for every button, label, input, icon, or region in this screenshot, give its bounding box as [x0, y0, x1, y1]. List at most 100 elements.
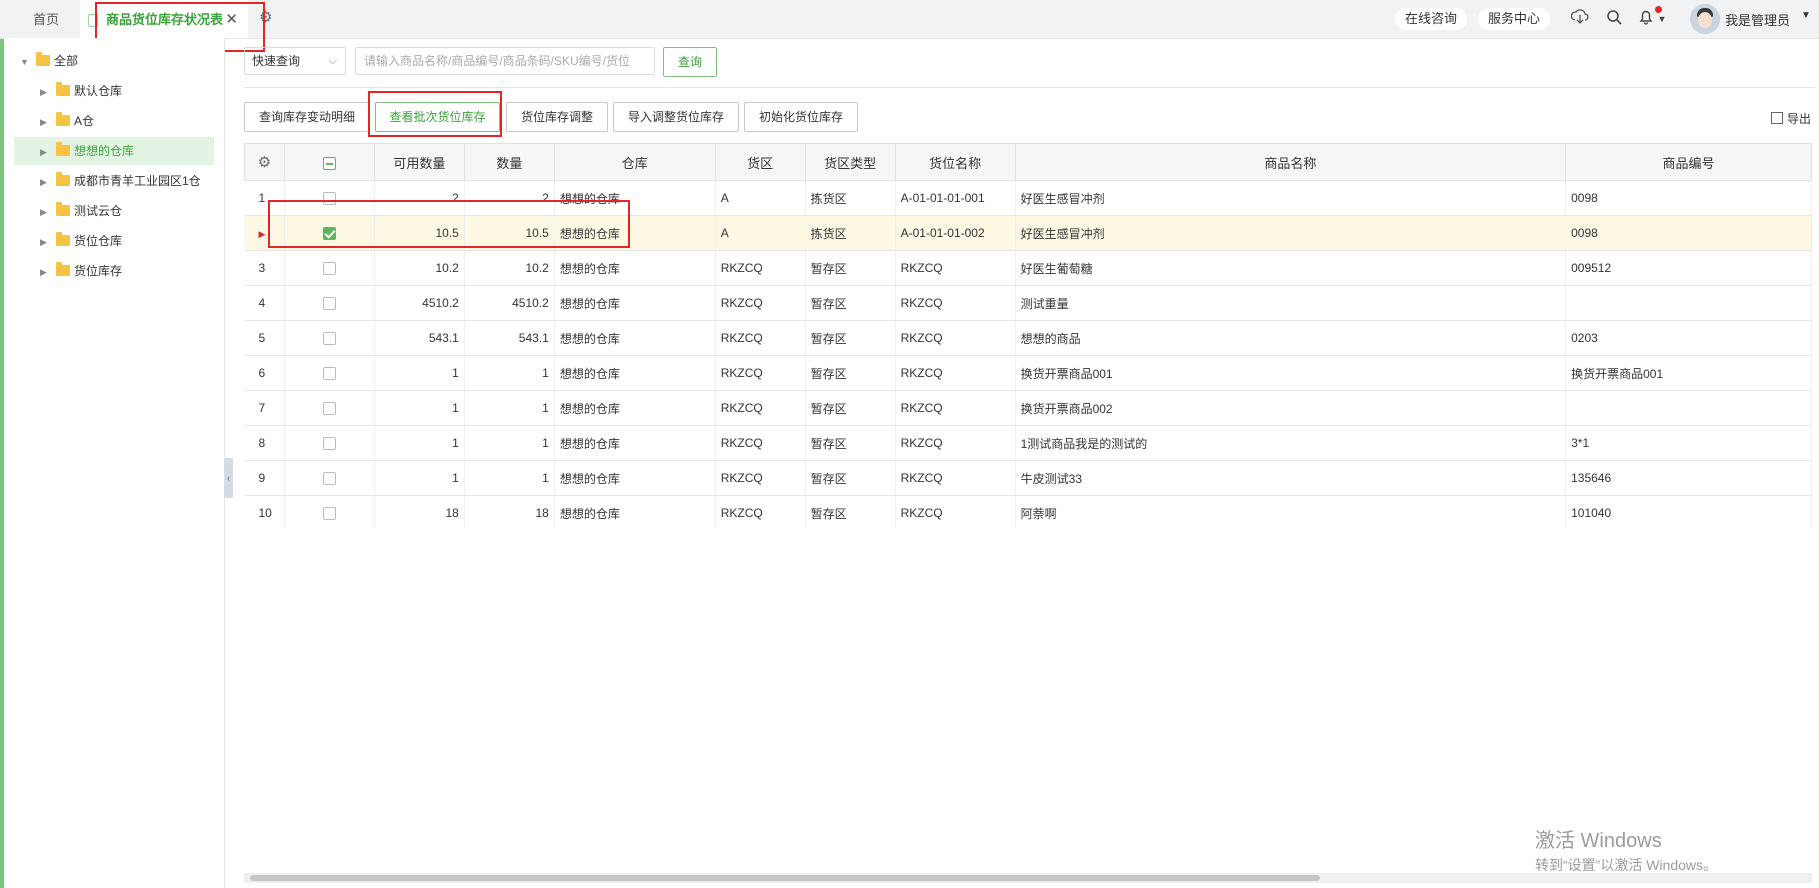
- online-consult-button[interactable]: 在线咨询: [1395, 8, 1468, 30]
- cell-zone-type: 暂存区: [805, 390, 896, 426]
- close-icon[interactable]: ✕: [225, 0, 238, 40]
- gear-icon[interactable]: ⚙: [259, 10, 275, 26]
- caret-right-icon[interactable]: ▶: [40, 229, 50, 255]
- caret-right-icon[interactable]: ▶: [40, 109, 50, 135]
- col-zone-type[interactable]: 货区类型: [804, 143, 896, 181]
- cell-zone: RKZCQ: [715, 495, 806, 528]
- tree-item-default-warehouse[interactable]: ▶ 默认仓库: [40, 78, 122, 104]
- tab-label: 商品货位库存状况表: [106, 12, 224, 27]
- cell-zone: RKZCQ: [715, 250, 806, 286]
- batch-location-stock-button[interactable]: 查看批次货位库存: [375, 102, 500, 132]
- cell-qty: 1: [464, 390, 555, 426]
- row-checkbox[interactable]: [284, 285, 375, 321]
- sidebar-collapse-handle[interactable]: ‹: [224, 458, 233, 498]
- row-index: 1: [244, 180, 285, 216]
- caret-right-icon[interactable]: ▶: [40, 139, 50, 165]
- tab-home[interactable]: 首页: [20, 0, 72, 38]
- cell-product-code: 009512: [1565, 250, 1812, 286]
- caret-right-icon[interactable]: ▶: [40, 169, 50, 195]
- export-button[interactable]: 导出: [1771, 110, 1811, 127]
- col-warehouse[interactable]: 仓库: [553, 143, 716, 181]
- row-checkbox[interactable]: [284, 215, 375, 251]
- table-row[interactable]: 8 1 1 想想的仓库 RKZCQ 暂存区 RKZCQ 1测试商品我是的测试的 …: [244, 425, 1812, 461]
- table-row[interactable]: 1 2 2 想想的仓库 A 拣货区 A-01-01-01-001 好医生感冒冲剂…: [244, 180, 1812, 216]
- tab-stock-status[interactable]: 商品货位库存状况表 ✕: [80, 0, 248, 38]
- avatar[interactable]: [1690, 4, 1720, 34]
- cell-zone: RKZCQ: [715, 460, 806, 496]
- tree-item-a-warehouse[interactable]: ▶ A仓: [40, 108, 94, 134]
- query-button[interactable]: 查询: [663, 47, 717, 77]
- scrollbar-thumb[interactable]: [250, 875, 1320, 881]
- caret-right-icon[interactable]: ▶: [40, 199, 50, 225]
- user-name[interactable]: 我是管理员: [1725, 10, 1790, 29]
- chevron-down-icon[interactable]: ▼: [1656, 9, 1668, 29]
- col-location[interactable]: 货位名称: [894, 143, 1016, 181]
- table-row[interactable]: 3 10.2 10.2 想想的仓库 RKZCQ 暂存区 RKZCQ 好医生葡萄糖…: [244, 250, 1812, 286]
- query-mode-select[interactable]: 快速查询 ⌵: [244, 47, 346, 75]
- row-checkbox[interactable]: [284, 180, 375, 216]
- tree-item-location-warehouse[interactable]: ▶ 货位仓库: [40, 228, 122, 254]
- row-checkbox[interactable]: [284, 320, 375, 356]
- cell-product-name: 牛皮测试33: [1015, 460, 1567, 496]
- cell-location: RKZCQ: [895, 285, 1016, 321]
- column-settings-gear-icon[interactable]: ⚙: [244, 143, 285, 181]
- col-qty[interactable]: 数量: [463, 143, 555, 181]
- row-checkbox[interactable]: [284, 425, 375, 461]
- divider: [244, 87, 1815, 88]
- folder-icon: [56, 172, 70, 186]
- table-row[interactable]: 5 543.1 543.1 想想的仓库 RKZCQ 暂存区 RKZCQ 想想的商…: [244, 320, 1812, 356]
- search-icon[interactable]: [1604, 9, 1624, 29]
- select-all-checkbox[interactable]: [283, 143, 375, 181]
- service-center-button[interactable]: 服务中心: [1478, 8, 1551, 30]
- cell-product-name: 想想的商品: [1015, 320, 1567, 356]
- row-checkbox[interactable]: [284, 460, 375, 496]
- row-checkbox[interactable]: [284, 250, 375, 286]
- cell-available: 4510.2: [374, 285, 465, 321]
- folder-icon: [56, 262, 70, 276]
- cell-location: RKZCQ: [895, 495, 1016, 528]
- col-product-code[interactable]: 商品编号: [1565, 143, 1812, 181]
- user-menu-chevron-icon[interactable]: ▼: [1801, 10, 1811, 21]
- tree-item-chengdu-warehouse[interactable]: ▶ 成都市青羊工业园区1仓: [40, 168, 201, 194]
- import-adjust-button[interactable]: 导入调整货位库存: [613, 102, 739, 132]
- caret-down-icon[interactable]: ▼: [20, 49, 30, 75]
- bell-icon[interactable]: [1636, 9, 1656, 29]
- table-row[interactable]: 10 18 18 想想的仓库 RKZCQ 暂存区 RKZCQ 阿萘啊 10104…: [244, 495, 1812, 528]
- tree-item-location-stock[interactable]: ▶ 货位库存: [40, 258, 122, 284]
- row-index: 9: [244, 460, 285, 496]
- row-checkbox[interactable]: [284, 355, 375, 391]
- watermark-subtitle: 转到“设置”以激活 Windows。: [1535, 857, 1718, 873]
- table-row[interactable]: 4 4510.2 4510.2 想想的仓库 RKZCQ 暂存区 RKZCQ 测试…: [244, 285, 1812, 321]
- table-row[interactable]: 6 1 1 想想的仓库 RKZCQ 暂存区 RKZCQ 换货开票商品001 换货…: [244, 355, 1812, 391]
- cell-qty: 1: [464, 425, 555, 461]
- stock-change-detail-button[interactable]: 查询库存变动明细: [244, 102, 370, 132]
- cell-available: 1: [374, 390, 465, 426]
- row-checkbox[interactable]: [284, 495, 375, 528]
- row-checkbox[interactable]: [284, 390, 375, 426]
- col-zone[interactable]: 货区: [714, 143, 806, 181]
- cell-qty: 18: [464, 495, 555, 528]
- table-row[interactable]: 9 1 1 想想的仓库 RKZCQ 暂存区 RKZCQ 牛皮测试33 13564…: [244, 460, 1812, 496]
- folder-icon: [56, 82, 70, 96]
- cell-warehouse: 想想的仓库: [554, 215, 716, 251]
- download-icon[interactable]: [1570, 9, 1590, 29]
- table-row[interactable]: 7 1 1 想想的仓库 RKZCQ 暂存区 RKZCQ 换货开票商品002: [244, 390, 1812, 426]
- table-row-selected[interactable]: ▶ 10.5 10.5 想想的仓库 A 拣货区 A-01-01-01-002 好…: [244, 215, 1812, 251]
- tree-item-test-cloud[interactable]: ▶ 测试云仓: [40, 198, 122, 224]
- col-product-name[interactable]: 商品名称: [1014, 143, 1567, 181]
- search-input[interactable]: [355, 47, 655, 75]
- location-stock-adjust-button[interactable]: 货位库存调整: [506, 102, 608, 132]
- caret-right-icon[interactable]: ▶: [40, 79, 50, 105]
- tree-item-xiangxiang-warehouse[interactable]: ▶ 想想的仓库: [40, 138, 134, 164]
- cell-zone-type: 拣货区: [805, 180, 896, 216]
- cell-zone-type: 暂存区: [805, 320, 896, 356]
- col-available[interactable]: 可用数量: [373, 143, 465, 181]
- row-index: 6: [244, 355, 285, 391]
- caret-right-icon[interactable]: ▶: [40, 259, 50, 285]
- cell-location: RKZCQ: [895, 355, 1016, 391]
- cell-product-name: 换货开票商品002: [1015, 390, 1567, 426]
- tree-item-root[interactable]: ▼ 全部: [20, 48, 78, 74]
- cell-warehouse: 想想的仓库: [554, 355, 716, 391]
- init-location-stock-button[interactable]: 初始化货位库存: [744, 102, 858, 132]
- cell-product-code: 换货开票商品001: [1565, 355, 1812, 391]
